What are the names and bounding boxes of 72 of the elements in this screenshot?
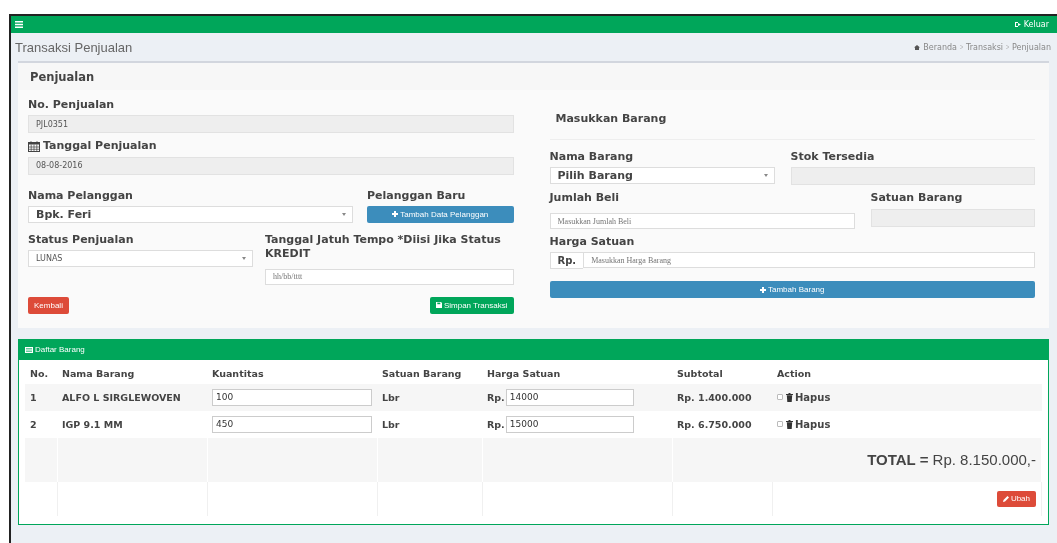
currency-prefix: Rp. [487,392,505,403]
column-header: Subtotal [672,364,772,384]
back-button[interactable]: Kembali [28,297,69,314]
table-cell: 1 [25,384,57,411]
price-input[interactable]: 15000 [505,416,634,433]
field-label: Status Penjualan [28,232,135,248]
edit-button[interactable]: Ubah [996,491,1036,507]
field-label: Satuan Barang [870,191,964,206]
field-label: Tanggal Jatuh Tempo *Diisi Jika Status KREDIT [265,232,502,262]
list-icon [25,347,33,353]
table-cell: Lbr [377,384,482,411]
item-dropdown[interactable]: Pilih Barang [549,167,775,185]
table-cell: ALFO L SIRGLEWOVEN [57,384,207,411]
field-label: Jumlah Beli [549,191,621,206]
due-date-field[interactable]: hh/bb/tttt [265,269,514,285]
menu-icon[interactable] [15,21,23,28]
status-dropdown[interactable]: LUNAS [28,250,253,268]
table-cell: Rp. 1.400.000 [672,384,772,411]
column-header: Nama Barang [57,364,207,384]
trash-icon [786,393,793,402]
row-checkbox[interactable] [777,421,783,428]
caret-icon [342,212,346,216]
field-label: No. Penjualan [28,98,116,113]
calendar-icon [28,140,40,152]
field-label: Harga Satuan [549,235,636,250]
section-title: Masukkan Barang [549,108,1035,140]
pencil-icon [1002,496,1009,502]
delete-button[interactable]: Hapus [786,392,831,403]
column-header: Kuantitas [207,364,377,384]
table-cell: Lbr [377,411,482,438]
trash-icon [786,420,793,429]
sale-number-field[interactable]: PJL0351 [28,115,514,134]
table-cell: 2 [25,411,57,438]
field-label: Nama Barang [549,150,635,165]
customer-dropdown[interactable]: Bpk. Feri [28,205,353,223]
home-icon [914,44,921,50]
column-header: Satuan Barang [377,364,482,384]
page-title: Transaksi Penjualan [15,39,133,55]
price-field[interactable]: Masukkan Harga Barang [583,252,1035,269]
field-label: Pelanggan Baru [367,188,467,203]
quantity-input[interactable]: 100 [212,389,372,406]
add-item-button[interactable]: Tambah Barang [549,281,1035,299]
field-label: Tanggal Penjualan [43,139,157,154]
delete-button[interactable]: Hapus [786,419,831,430]
quantity-field[interactable]: Masukkan Jumlah Beli [549,213,855,230]
caret-icon [763,174,768,178]
table-cell: IGP 9.1 MM [57,411,207,438]
column-header: No. [25,364,57,384]
field-label: Stok Tersedia [790,150,876,165]
panel-title: Penjualan [18,63,1049,90]
price-input[interactable]: 14000 [505,389,634,406]
row-checkbox[interactable] [777,394,783,401]
quantity-input[interactable]: 450 [212,416,372,433]
currency-prefix: Rp. [549,252,584,270]
panel-title: Daftar Barang [35,345,85,355]
column-header: Harga Satuan [482,364,672,384]
table-cell: Rp. 6.750.000 [672,411,772,438]
column-header: Action [772,364,1042,384]
chevron-icon [960,45,963,49]
caret-icon [242,257,246,261]
chevron-icon [1006,45,1010,49]
save-icon [435,302,442,309]
stock-field[interactable] [790,167,1035,186]
unit-field[interactable] [870,208,1035,227]
plus-icon [760,286,766,293]
plus-icon [392,211,399,218]
add-customer-button[interactable]: Tambah Data Pelanggan [367,205,514,223]
date-field[interactable]: 08-08-2016 [28,156,514,175]
field-label: Nama Pelanggan [28,188,134,203]
currency-prefix: Rp. [487,419,505,430]
logout-icon [1014,22,1021,27]
total-amount: TOTAL = Rp. 8.150.000,- [672,438,1042,482]
